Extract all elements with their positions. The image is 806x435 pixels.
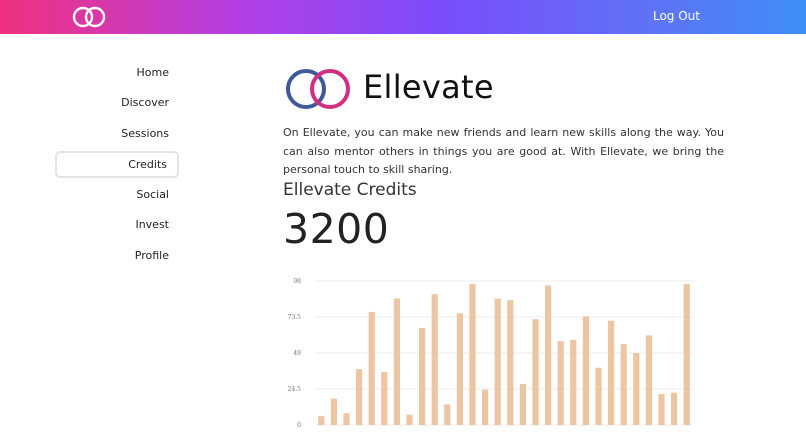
- chart-bar[interactable]: [343, 413, 350, 425]
- sidebar-item-sessions[interactable]: Sessions: [55, 121, 179, 147]
- credits-bar-chart: 0 24.5 49 73.5 98: [288, 278, 693, 429]
- sidebar-item-discover[interactable]: Discover: [55, 90, 179, 116]
- chart-bar[interactable]: [532, 319, 539, 425]
- chart-bar[interactable]: [494, 298, 501, 425]
- chart-bar[interactable]: [406, 414, 413, 425]
- chart-bar[interactable]: [557, 341, 564, 425]
- chart-bar[interactable]: [482, 389, 489, 425]
- y-tick-label: 73.5: [288, 314, 302, 321]
- brand-name: Ellevate: [363, 68, 494, 106]
- chart-bar[interactable]: [456, 313, 463, 425]
- sidebar-nav: Home Discover Sessions Credits Social In…: [55, 60, 179, 273]
- chart-bar[interactable]: [608, 320, 615, 425]
- credits-title: Ellevate Credits: [283, 180, 417, 200]
- chart-bar[interactable]: [519, 383, 526, 425]
- y-tick-label: 49: [293, 350, 301, 357]
- chart-bar[interactable]: [582, 316, 589, 425]
- chart-bar[interactable]: [431, 294, 438, 425]
- chart-bar[interactable]: [507, 300, 514, 425]
- chart-bar[interactable]: [620, 344, 627, 425]
- chart-bar[interactable]: [330, 398, 337, 425]
- credits-value: 3200: [283, 205, 390, 253]
- y-tick-label: 98: [293, 278, 301, 285]
- top-nav-bar: Log Out: [0, 0, 806, 34]
- sidebar-item-invest[interactable]: Invest: [55, 212, 179, 238]
- y-tick-label: 0: [297, 422, 301, 429]
- chart-bar[interactable]: [570, 339, 577, 425]
- brand-logo-icon: [286, 69, 350, 109]
- chart-bar[interactable]: [444, 404, 451, 425]
- chart-bar[interactable]: [368, 311, 375, 425]
- chart-bar[interactable]: [419, 328, 426, 425]
- logout-button[interactable]: Log Out: [653, 9, 700, 23]
- sidebar-item-social[interactable]: Social: [55, 182, 179, 208]
- chart-bar[interactable]: [633, 353, 640, 425]
- chart-bar[interactable]: [683, 283, 690, 425]
- chart-bar[interactable]: [469, 283, 476, 425]
- chart-bar[interactable]: [645, 335, 652, 425]
- chart-bar[interactable]: [658, 394, 665, 425]
- sidebar-item-home[interactable]: Home: [55, 60, 179, 86]
- sidebar-item-profile[interactable]: Profile: [55, 243, 179, 269]
- intro-paragraph: On Ellevate, you can make new friends an…: [283, 126, 724, 176]
- chart-bar[interactable]: [671, 392, 678, 425]
- y-tick-label: 24.5: [288, 386, 302, 393]
- chart-bar[interactable]: [381, 372, 388, 425]
- ellevate-logo-icon[interactable]: [71, 6, 107, 28]
- sidebar-item-credits[interactable]: Credits: [55, 150, 179, 178]
- chart-bar[interactable]: [356, 369, 363, 425]
- chart-bar[interactable]: [318, 416, 325, 425]
- chart-bar[interactable]: [595, 367, 602, 425]
- chart-bar[interactable]: [545, 285, 552, 425]
- chart-bar[interactable]: [393, 298, 400, 425]
